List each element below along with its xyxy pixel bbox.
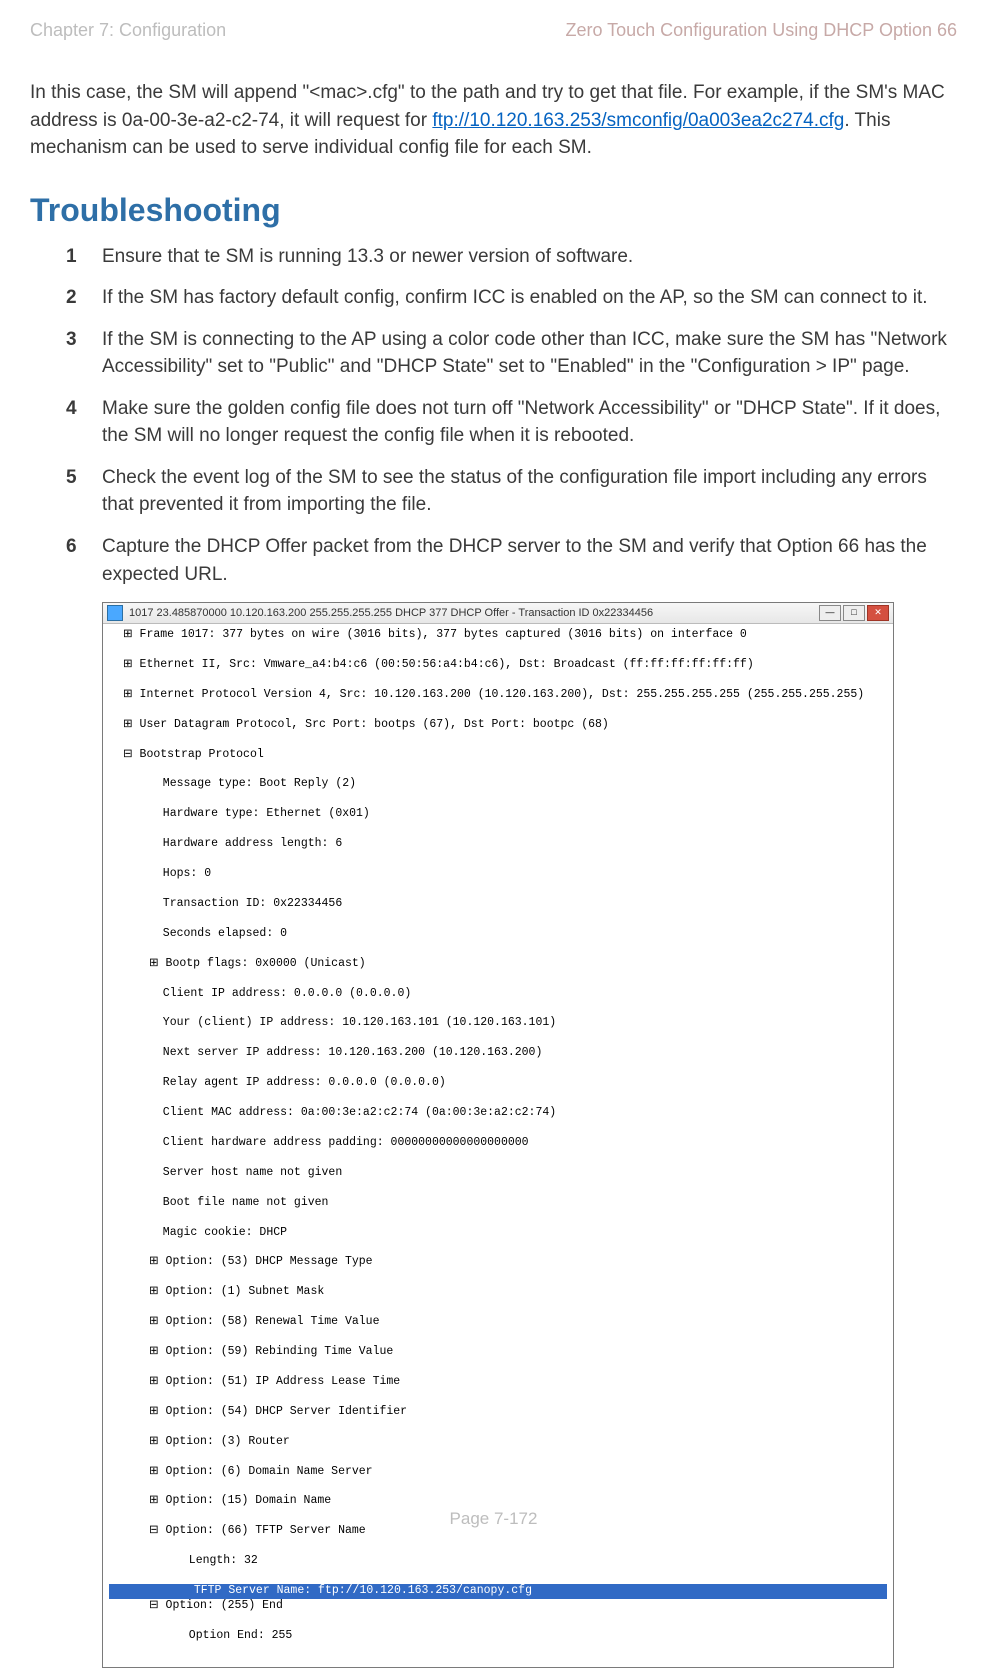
header-left: Chapter 7: Configuration	[30, 20, 226, 41]
packet-line[interactable]: ⊞ Option: (51) IP Address Lease Time	[109, 1375, 887, 1390]
wireshark-icon	[107, 605, 123, 621]
step-text: If the SM is connecting to the AP using …	[102, 329, 947, 378]
step-text: Ensure that te SM is running 13.3 or new…	[102, 246, 633, 267]
packet-line[interactable]: Next server IP address: 10.120.163.200 (…	[109, 1046, 887, 1061]
packet-line[interactable]: Seconds elapsed: 0	[109, 927, 887, 942]
window-title-bar: 1017 23.485870000 10.120.163.200 255.255…	[103, 603, 893, 624]
step-number: 4	[66, 395, 77, 423]
packet-line[interactable]: Option End: 255	[109, 1629, 887, 1644]
packet-line[interactable]: Your (client) IP address: 10.120.163.101…	[109, 1016, 887, 1031]
packet-line[interactable]: Relay agent IP address: 0.0.0.0 (0.0.0.0…	[109, 1076, 887, 1091]
packet-line[interactable]: ⊞ Option: (59) Rebinding Time Value	[109, 1345, 887, 1360]
step-text: Check the event log of the SM to see the…	[102, 467, 927, 516]
packet-line[interactable]: ⊞ Option: (58) Renewal Time Value	[109, 1315, 887, 1330]
step-3: 3If the SM is connecting to the AP using…	[102, 326, 957, 381]
packet-line[interactable]: Hops: 0	[109, 867, 887, 882]
packet-line[interactable]: ⊟ Option: (255) End	[109, 1599, 887, 1614]
packet-line[interactable]: ⊞ Option: (6) Domain Name Server	[109, 1465, 887, 1480]
step-number: 3	[66, 326, 77, 354]
packet-line[interactable]: ⊞ Option: (1) Subnet Mask	[109, 1285, 887, 1300]
step-text: Make sure the golden config file does no…	[102, 398, 940, 447]
packet-line[interactable]: Client hardware address padding: 0000000…	[109, 1136, 887, 1151]
packet-capture-window: 1017 23.485870000 10.120.163.200 255.255…	[102, 602, 894, 1668]
maximize-button[interactable]: □	[843, 605, 865, 621]
step-number: 5	[66, 464, 77, 492]
section-heading-troubleshooting: Troubleshooting	[30, 192, 957, 229]
step-number: 1	[66, 243, 77, 271]
highlighted-packet-line[interactable]: TFTP Server Name: ftp://10.120.163.253/c…	[109, 1584, 887, 1599]
step-text: If the SM has factory default config, co…	[102, 287, 928, 308]
step-4: 4Make sure the golden config file does n…	[102, 395, 957, 450]
packet-line[interactable]: Client MAC address: 0a:00:3e:a2:c2:74 (0…	[109, 1106, 887, 1121]
window-title: 1017 23.485870000 10.120.163.200 255.255…	[129, 606, 819, 620]
page-footer: Page 7-172	[0, 1509, 987, 1529]
packet-line[interactable]: ⊞ Option: (54) DHCP Server Identifier	[109, 1405, 887, 1420]
step-number: 2	[66, 284, 77, 312]
packet-line[interactable]: ⊞ Internet Protocol Version 4, Src: 10.1…	[109, 688, 887, 703]
packet-line[interactable]: Server host name not given	[109, 1166, 887, 1181]
packet-line[interactable]: ⊞ User Datagram Protocol, Src Port: boot…	[109, 718, 887, 733]
step-text: Capture the DHCP Offer packet from the D…	[102, 536, 927, 585]
troubleshooting-steps: 1 Ensure that te SM is running 13.3 or ne…	[30, 243, 957, 588]
packet-line[interactable]: ⊞ Option: (53) DHCP Message Type	[109, 1255, 887, 1270]
intro-url-link[interactable]: ftp://10.120.163.253/smconfig/0a003ea2c2…	[432, 110, 844, 131]
packet-line[interactable]: Boot file name not given	[109, 1196, 887, 1211]
step-number: 6	[66, 533, 77, 561]
packet-line[interactable]: ⊞ Option: (3) Router	[109, 1435, 887, 1450]
packet-line[interactable]: Message type: Boot Reply (2)	[109, 777, 887, 792]
step-5: 5Check the event log of the SM to see th…	[102, 464, 957, 519]
minimize-button[interactable]: —	[819, 605, 841, 621]
packet-line[interactable]: ⊞ Bootp flags: 0x0000 (Unicast)	[109, 957, 887, 972]
header-right: Zero Touch Configuration Using DHCP Opti…	[565, 20, 957, 41]
packet-line[interactable]: ⊞ Option: (15) Domain Name	[109, 1494, 887, 1509]
packet-line[interactable]: Magic cookie: DHCP	[109, 1226, 887, 1241]
packet-line[interactable]: ⊞ Frame 1017: 377 bytes on wire (3016 bi…	[109, 628, 887, 643]
packet-line[interactable]: Client IP address: 0.0.0.0 (0.0.0.0)	[109, 987, 887, 1002]
close-button[interactable]: ✕	[867, 605, 889, 621]
packet-line[interactable]: ⊞ Ethernet II, Src: Vmware_a4:b4:c6 (00:…	[109, 658, 887, 673]
packet-line[interactable]: Hardware address length: 6	[109, 837, 887, 852]
packet-line[interactable]: Transaction ID: 0x22334456	[109, 897, 887, 912]
packet-line[interactable]: ⊟ Bootstrap Protocol	[109, 748, 887, 763]
step-1: 1Ensure that te SM is running 13.3 or ne…	[102, 243, 957, 271]
step-2: 2If the SM has factory default config, c…	[102, 284, 957, 312]
packet-line[interactable]: Length: 32	[109, 1554, 887, 1569]
intro-paragraph: In this case, the SM will append "<mac>.…	[30, 79, 957, 162]
packet-line[interactable]: Hardware type: Ethernet (0x01)	[109, 807, 887, 822]
step-6: 6Capture the DHCP Offer packet from the …	[102, 533, 957, 588]
